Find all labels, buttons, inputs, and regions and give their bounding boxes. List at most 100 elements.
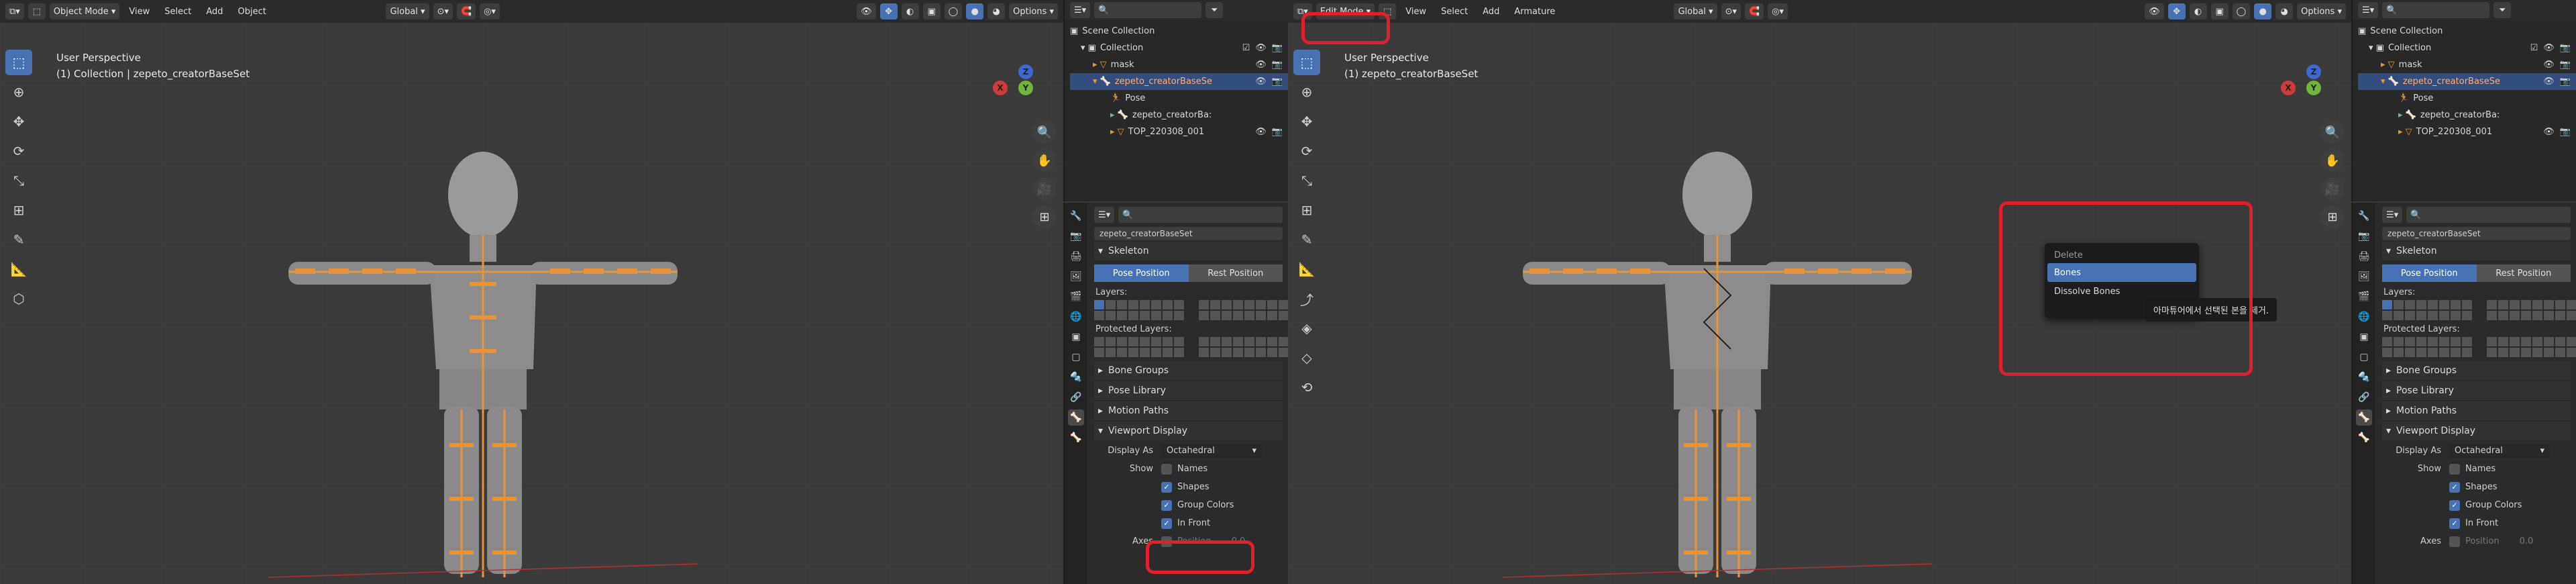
- annotate-tool-icon[interactable]: ✎: [1293, 227, 1320, 252]
- xray-icon[interactable]: ▣: [2210, 3, 2229, 19]
- render-tab-icon[interactable]: 📷: [2356, 228, 2372, 244]
- menu-add[interactable]: Add: [201, 7, 228, 17]
- motion-paths-panel[interactable]: ▸ Motion Paths: [1094, 401, 1283, 420]
- view-layer-tab-icon[interactable]: 🖼: [2356, 269, 2372, 285]
- gizmo-y-icon[interactable]: Y: [1018, 81, 1033, 95]
- skeleton-panel[interactable]: ▾ Skeleton: [2382, 242, 2571, 260]
- collection-row[interactable]: ▾ ▣ Collection ☑ 👁 📷: [1070, 40, 1288, 56]
- shading-wire-icon[interactable]: ◯: [944, 3, 963, 19]
- transform-tool-icon[interactable]: ⊞: [1293, 197, 1320, 223]
- cursor-tool-icon[interactable]: ⊕: [1293, 79, 1320, 105]
- eye-icon[interactable]: 👁: [1255, 77, 1267, 87]
- armature-row[interactable]: ▾ 🦴 zepeto_creatorBaseSe 👁 📷: [1070, 73, 1288, 90]
- object-name-field[interactable]: zepeto_creatorBaseSet: [1094, 227, 1283, 240]
- collection-row[interactable]: ▾ ▣ Collection ☑ 👁 📷: [2358, 40, 2576, 56]
- camera-render-icon[interactable]: 📷: [2560, 60, 2571, 70]
- viewport-display-panel[interactable]: ▾ Viewport Display: [2382, 422, 2571, 440]
- move-tool-icon[interactable]: ✥: [1293, 109, 1320, 134]
- layers-grid[interactable]: [1094, 300, 1288, 320]
- collection-tab-icon[interactable]: ▣: [2356, 329, 2372, 345]
- shading-material-icon[interactable]: ◕: [987, 3, 1006, 19]
- snap-icon[interactable]: 🧲: [457, 3, 476, 19]
- viewport-3d[interactable]: ⧉▾ ⬚ Object Mode ▾ View Select Add Objec…: [0, 0, 1063, 584]
- transform-tool-icon[interactable]: ⊞: [5, 197, 32, 223]
- ortho-grid-icon[interactable]: ⊞: [2321, 205, 2344, 228]
- rest-position-button[interactable]: Rest Position: [2476, 264, 2571, 282]
- extrude-tool-icon[interactable]: ⤴: [1293, 286, 1320, 311]
- props-search[interactable]: 🔍: [1118, 207, 1283, 223]
- filter-icon[interactable]: ⏷: [2493, 2, 2512, 18]
- layers-grid[interactable]: [2382, 300, 2576, 320]
- protected-layers-grid[interactable]: [1094, 337, 1288, 357]
- overlay-icon[interactable]: ◐: [2189, 3, 2207, 19]
- pose-position-button[interactable]: Pose Position: [2382, 264, 2477, 282]
- object-tab-icon[interactable]: ▢: [2356, 349, 2372, 365]
- outliner-editor-icon[interactable]: ☰▾: [1070, 2, 1091, 18]
- shading-solid-icon[interactable]: ●: [2254, 3, 2272, 19]
- add-cube-tool-icon[interactable]: ⬡: [5, 286, 32, 311]
- scale-tool-icon[interactable]: ⤡: [5, 168, 32, 193]
- props-editor-icon[interactable]: ☰▾: [1094, 207, 1115, 223]
- gizmo-z-icon[interactable]: Z: [2306, 64, 2321, 79]
- character-model[interactable]: [1503, 148, 1932, 584]
- constraint-tab-icon[interactable]: 🔗: [2356, 389, 2372, 405]
- shapes-checkbox[interactable]: ✓: [1161, 481, 1172, 493]
- shapes-checkbox[interactable]: ✓: [2449, 481, 2460, 493]
- mask-row[interactable]: ▸ ▽ mask 👁 📷: [2358, 56, 2576, 73]
- modifier-tab-icon[interactable]: 🔩: [1068, 369, 1084, 385]
- proportional-icon[interactable]: ◎▾: [480, 3, 500, 19]
- pan-hand-icon[interactable]: ✋: [2321, 149, 2344, 172]
- props-search[interactable]: 🔍: [2406, 207, 2571, 223]
- shading-wire-icon[interactable]: ◯: [2232, 3, 2251, 19]
- scene-tab-icon[interactable]: 🎬: [1068, 289, 1084, 305]
- camera-render-icon[interactable]: 📷: [2560, 127, 2571, 137]
- gizmo-x-icon[interactable]: X: [2281, 81, 2296, 95]
- menu-select[interactable]: Select: [1436, 7, 1473, 17]
- modifier-tab-icon[interactable]: 🔩: [2356, 369, 2372, 385]
- pose-library-panel[interactable]: ▸ Pose Library: [1094, 381, 1283, 400]
- annotate-tool-icon[interactable]: ✎: [5, 227, 32, 252]
- output-tab-icon[interactable]: 🖨: [1068, 248, 1084, 264]
- eye-icon[interactable]: 👁: [1255, 127, 1267, 137]
- display-as-dropdown[interactable]: Octahedral ▾: [1161, 443, 1262, 458]
- visibility-icon[interactable]: 👁: [857, 3, 876, 19]
- scene-collection-row[interactable]: ▣ Scene Collection: [1070, 23, 1288, 40]
- camera-render-icon[interactable]: 📷: [1272, 127, 1283, 137]
- armature-row[interactable]: ▾ 🦴 zepeto_creatorBaseSe 👁 📷: [2358, 73, 2576, 90]
- snap-icon[interactable]: 🧲: [1745, 3, 1764, 19]
- bone-groups-panel[interactable]: ▸ Bone Groups: [2382, 361, 2571, 380]
- filter-icon[interactable]: ⏷: [1205, 2, 1224, 18]
- armature-data-tab-icon[interactable]: 🦴: [1068, 409, 1084, 426]
- measure-tool-icon[interactable]: 📐: [5, 256, 32, 282]
- outliner-search[interactable]: 🔍: [2382, 2, 2490, 18]
- check-icon[interactable]: ☑: [2530, 43, 2538, 53]
- camera-render-icon[interactable]: 📷: [1272, 43, 1283, 53]
- menu-select[interactable]: Select: [159, 7, 197, 17]
- zoom-icon[interactable]: 🔍: [1033, 121, 1056, 144]
- motion-paths-panel[interactable]: ▸ Motion Paths: [2382, 401, 2571, 420]
- camera-render-icon[interactable]: 📷: [1272, 60, 1283, 70]
- shading-solid-icon[interactable]: ●: [966, 3, 984, 19]
- bone-envelope-tool-icon[interactable]: ◇: [1293, 345, 1320, 371]
- eye-icon[interactable]: 👁: [2543, 77, 2555, 87]
- collection-tab-icon[interactable]: ▣: [1068, 329, 1084, 345]
- menu-add[interactable]: Add: [1477, 7, 1505, 17]
- pose-row[interactable]: 🏃 Pose: [2358, 90, 2576, 107]
- display-as-dropdown[interactable]: Octahedral ▾: [2449, 443, 2550, 458]
- world-tab-icon[interactable]: 🌐: [1068, 309, 1084, 325]
- rotate-tool-icon[interactable]: ⟳: [1293, 138, 1320, 164]
- options-button[interactable]: Options ▾: [2297, 3, 2346, 19]
- in-front-checkbox[interactable]: ✓: [1161, 518, 1172, 529]
- bone-tab-icon[interactable]: 🦴: [2356, 430, 2372, 446]
- object-tab-icon[interactable]: ▢: [1068, 349, 1084, 365]
- tool-tab-icon[interactable]: 🔧: [2356, 208, 2372, 224]
- character-model[interactable]: [268, 148, 698, 584]
- eye-icon[interactable]: 👁: [2543, 60, 2555, 70]
- outliner-search[interactable]: 🔍: [1094, 2, 1202, 18]
- camera-render-icon[interactable]: 📷: [2560, 43, 2571, 53]
- ortho-grid-icon[interactable]: ⊞: [1033, 205, 1056, 228]
- select-tool-icon[interactable]: ⬚: [1293, 50, 1320, 75]
- xray-icon[interactable]: ▣: [922, 3, 941, 19]
- props-editor-icon[interactable]: ☰▾: [2382, 207, 2403, 223]
- pivot-icon[interactable]: ⊙▾: [1721, 3, 1741, 19]
